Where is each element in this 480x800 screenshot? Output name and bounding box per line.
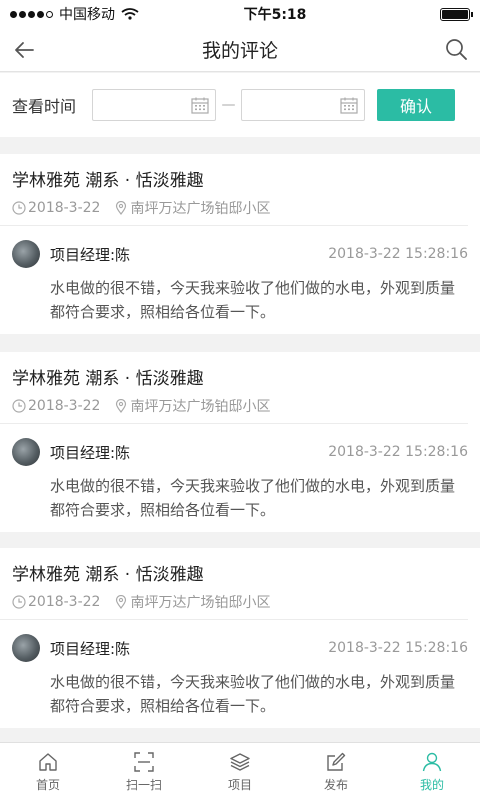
date-filter-bar: 查看时间 — 确认 — [0, 73, 480, 137]
comment-time: 2018-3-22 15:28:16 — [328, 640, 468, 656]
clock-icon — [12, 595, 26, 609]
bottom-tab-bar: 首页 扫一扫 项目 发布 我的 — [0, 742, 480, 800]
end-date-field[interactable] — [241, 89, 365, 121]
project-date: 2018-3-22 — [28, 398, 101, 414]
confirm-button[interactable]: 确认 — [377, 89, 455, 121]
location-text: 南坪万达广场铂邸小区 — [130, 201, 271, 217]
location: 南坪万达广场铂邸小区 — [114, 396, 270, 416]
tab-mine[interactable]: 我的 — [384, 743, 480, 800]
tab-home[interactable]: 首页 — [0, 743, 96, 800]
card-header: 学林雅苑 潮系 · 恬淡雅趣 2018-3-22 南坪万达广场铂邸小区 — [0, 154, 468, 226]
comment-text: 水电做的很不错，今天我来验收了他们做的水电，外观到质量都符合要求，照相给各位看一… — [50, 477, 456, 519]
project-title: 学林雅苑 潮系 · 恬淡雅趣 — [12, 171, 204, 191]
comment-header: 项目经理:陈 2018-3-22 15:28:16 — [12, 634, 468, 662]
tab-label: 扫一扫 — [125, 777, 162, 792]
calendar-icon[interactable] — [340, 97, 358, 114]
avatar — [12, 634, 40, 662]
back-arrow-icon[interactable] — [12, 38, 36, 62]
comment: 项目经理:陈 2018-3-22 15:28:16 水电做的很不错，今天我来验收… — [0, 620, 480, 718]
location: 南坪万达广场铂邸小区 — [114, 592, 270, 612]
start-date-field[interactable] — [92, 89, 216, 121]
comment-text: 水电做的很不错，今天我来验收了他们做的水电，外观到质量都符合要求，照相给各位看一… — [50, 673, 456, 715]
filter-label: 查看时间 — [12, 97, 77, 116]
comment-author: 项目经理:陈 — [50, 245, 131, 264]
location-pin-icon — [116, 201, 127, 215]
comment-card[interactable]: 学林雅苑 潮系 · 恬淡雅趣 2018-3-22 南坪万达广场铂邸小区 项目经理… — [0, 548, 480, 728]
card-meta: 2018-3-22 南坪万达广场铂邸小区 — [12, 592, 456, 612]
tab-projects[interactable]: 项目 — [192, 743, 288, 800]
project-date: 2018-3-22 — [28, 200, 101, 216]
page-title: 我的评论 — [201, 40, 278, 62]
search-icon[interactable] — [444, 37, 468, 61]
carrier-label: 中国移动 — [59, 7, 115, 23]
avatar — [12, 438, 40, 466]
comment-text: 水电做的很不错，今天我来验收了他们做的水电，外观到质量都符合要求，照相给各位看一… — [50, 279, 456, 321]
comment-time: 2018-3-22 15:28:16 — [328, 246, 468, 262]
tab-publish[interactable]: 发布 — [288, 743, 384, 800]
comment-card[interactable]: 学林雅苑 潮系 · 恬淡雅趣 2018-3-22 南坪万达广场铂邸小区 项目经理… — [0, 154, 480, 334]
comment-author: 项目经理:陈 — [50, 639, 131, 658]
card-meta: 2018-3-22 南坪万达广场铂邸小区 — [12, 396, 456, 416]
location-text: 南坪万达广场铂邸小区 — [130, 399, 271, 415]
comment-header: 项目经理:陈 2018-3-22 15:28:16 — [12, 438, 468, 466]
date-range-separator: — — [221, 97, 236, 113]
project-date: 2018-3-22 — [28, 594, 101, 610]
comment: 项目经理:陈 2018-3-22 15:28:16 水电做的很不错，今天我来验收… — [0, 226, 480, 324]
location-text: 南坪万达广场铂邸小区 — [130, 595, 271, 611]
status-left: 中国移动 — [10, 4, 190, 24]
comment: 项目经理:陈 2018-3-22 15:28:16 水电做的很不错，今天我来验收… — [0, 424, 480, 522]
edit-icon — [327, 752, 346, 771]
location-pin-icon — [116, 399, 127, 413]
card-header: 学林雅苑 潮系 · 恬淡雅趣 2018-3-22 南坪万达广场铂邸小区 — [0, 548, 468, 620]
card-meta: 2018-3-22 南坪万达广场铂邸小区 — [12, 198, 456, 218]
card-header: 学林雅苑 潮系 · 恬淡雅趣 2018-3-22 南坪万达广场铂邸小区 — [0, 352, 468, 424]
scan-icon — [134, 751, 154, 772]
comment-card[interactable]: 学林雅苑 潮系 · 恬淡雅趣 2018-3-22 南坪万达广场铂邸小区 项目经理… — [0, 352, 480, 532]
calendar-icon[interactable] — [191, 97, 209, 114]
clock-icon — [12, 399, 26, 413]
home-icon — [39, 752, 57, 771]
battery-icon — [440, 7, 473, 21]
layers-icon — [230, 752, 250, 771]
comment-header: 项目经理:陈 2018-3-22 15:28:16 — [12, 240, 468, 268]
project-title: 学林雅苑 潮系 · 恬淡雅趣 — [12, 565, 204, 585]
project-title: 学林雅苑 潮系 · 恬淡雅趣 — [12, 369, 204, 389]
clock-icon — [12, 201, 26, 215]
location-pin-icon — [116, 595, 127, 609]
wifi-icon — [121, 8, 139, 20]
tab-label: 发布 — [323, 777, 348, 792]
tab-label: 首页 — [35, 777, 60, 792]
comment-author: 项目经理:陈 — [50, 443, 131, 462]
avatar — [12, 240, 40, 268]
status-bar: 中国移动 下午5:18 — [0, 0, 480, 28]
status-time: 下午5:18 — [243, 7, 307, 23]
comment-time: 2018-3-22 15:28:16 — [328, 444, 468, 460]
nav-bar: 我的评论 — [0, 28, 480, 72]
user-icon — [422, 752, 442, 771]
tab-label: 项目 — [227, 777, 252, 792]
tab-label: 我的 — [419, 777, 444, 792]
tab-scan[interactable]: 扫一扫 — [96, 743, 192, 800]
signal-icon — [10, 10, 53, 18]
location: 南坪万达广场铂邸小区 — [114, 198, 270, 218]
